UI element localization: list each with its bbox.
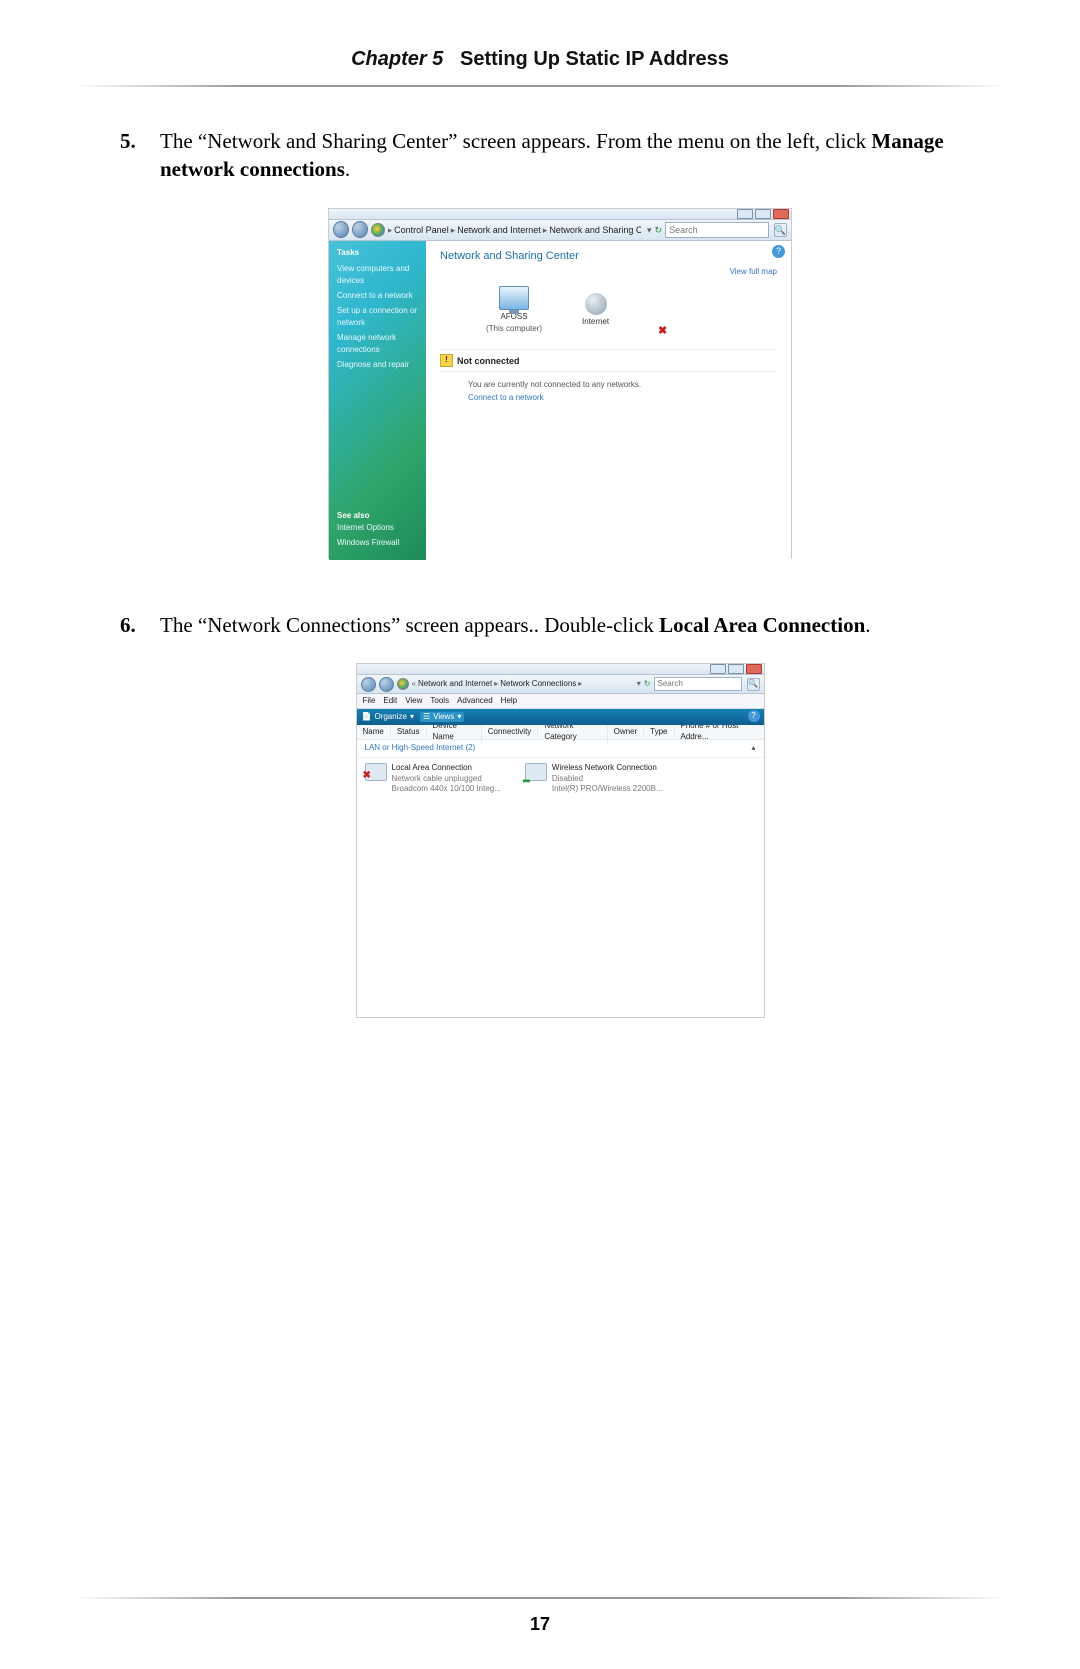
window-titlebar: [329, 209, 791, 220]
screenshot-2-wrap: « Network and Internet ▸ Network Connect…: [160, 639, 960, 1052]
search-input[interactable]: Search: [654, 677, 742, 691]
breadcrumb[interactable]: ▸ Control Panel ▸ Network and Internet ▸…: [388, 224, 641, 236]
column-headers[interactable]: Name Status Device Name Connectivity Net…: [357, 725, 764, 740]
back-button[interactable]: [333, 221, 349, 238]
maximize-button[interactable]: [728, 664, 744, 674]
step-number: 5.: [120, 127, 136, 155]
collapse-icon[interactable]: ▴: [751, 743, 755, 754]
step-text: The “Network and Sharing Center” screen …: [160, 129, 871, 153]
screenshot-network-sharing-center: ▸ Control Panel ▸ Network and Internet ▸…: [328, 208, 792, 559]
forward-button[interactable]: [352, 221, 368, 238]
minimize-button[interactable]: [710, 664, 726, 674]
step-5: 5. The “Network and Sharing Center” scre…: [120, 127, 960, 593]
close-button[interactable]: [773, 209, 789, 219]
control-panel-icon: [371, 223, 385, 237]
sidebar-link-manage-network-connections[interactable]: Manage network connections: [337, 332, 418, 356]
help-icon[interactable]: ?: [772, 245, 785, 258]
sidebar-link[interactable]: View computers and devices: [337, 263, 418, 287]
organize-button[interactable]: 📄 Organize ▾: [362, 712, 414, 723]
menu-view[interactable]: View: [405, 696, 422, 707]
sidebar-link[interactable]: Internet Options: [337, 522, 399, 534]
back-button[interactable]: [361, 677, 376, 692]
screenshot-1-wrap: ▸ Control Panel ▸ Network and Internet ▸…: [160, 184, 960, 593]
tasks-heading: Tasks: [337, 247, 418, 259]
close-button[interactable]: [746, 664, 762, 674]
sidebar-link[interactable]: Diagnose and repair: [337, 359, 418, 371]
body-text: 5. The “Network and Sharing Center” scre…: [0, 87, 1080, 1052]
page-number: 17: [0, 1614, 1080, 1635]
sidebar-link[interactable]: Set up a connection or network: [337, 305, 418, 329]
connection-status-row: ! Not connected: [440, 349, 777, 372]
menu-help[interactable]: Help: [501, 696, 517, 707]
organize-bar: 📄 Organize ▾ ☰ Views ▾ ?: [357, 709, 764, 725]
screenshot-network-connections: « Network and Internet ▸ Network Connect…: [356, 663, 765, 1018]
tasks-sidebar: Tasks View computers and devices Connect…: [329, 241, 426, 560]
menu-file[interactable]: File: [363, 696, 376, 707]
menu-advanced[interactable]: Advanced: [457, 696, 493, 707]
chapter-title: Setting Up Static IP Address: [460, 48, 729, 70]
step-number: 6.: [120, 611, 136, 639]
main-panel: ? Network and Sharing Center View full m…: [426, 241, 791, 560]
forward-button[interactable]: [379, 677, 394, 692]
nic-icon: ▂: [525, 763, 547, 781]
help-icon[interactable]: ?: [748, 710, 760, 722]
breadcrumb[interactable]: « Network and Internet ▸ Network Connect…: [412, 679, 583, 690]
search-icon[interactable]: 🔍: [747, 678, 760, 691]
status-subtext: You are currently not connected to any n…: [440, 372, 777, 391]
menu-tools[interactable]: Tools: [430, 696, 449, 707]
wireless-connection-item[interactable]: ▂ Wireless Network Connection Disabled I…: [525, 763, 663, 795]
footer-divider: [75, 1597, 1005, 1599]
chapter-header: Chapter 5 Setting Up Static IP Address: [0, 0, 1080, 71]
connect-to-network-link[interactable]: Connect to a network: [440, 391, 777, 404]
chapter-label: Chapter 5: [351, 48, 443, 70]
internet-node: Internet: [582, 293, 609, 328]
window-titlebar: [357, 664, 764, 675]
computer-icon: [499, 286, 529, 310]
explorer-navbar: « Network and Internet ▸ Network Connect…: [357, 675, 764, 694]
nic-icon: ✖: [365, 763, 387, 781]
menu-bar: File Edit View Tools Advanced Help: [357, 694, 764, 709]
explorer-navbar: ▸ Control Panel ▸ Network and Internet ▸…: [329, 220, 791, 241]
this-computer-node: AFOSS (This computer): [486, 286, 542, 336]
sidebar-link[interactable]: Windows Firewall: [337, 537, 399, 549]
local-area-connection-item[interactable]: ✖ Local Area Connection Network cable un…: [365, 763, 501, 795]
document-page: Chapter 5 Setting Up Static IP Address 5…: [0, 0, 1080, 1669]
warning-icon: !: [440, 354, 453, 367]
globe-icon: [585, 293, 607, 315]
step-text: The “Network Connections” screen appears…: [160, 613, 659, 637]
sidebar-link[interactable]: Connect to a network: [337, 290, 418, 302]
step-bold: Local Area Connection: [659, 613, 865, 637]
connections-list: ✖ Local Area Connection Network cable un…: [357, 758, 764, 800]
view-full-map-link[interactable]: View full map: [730, 267, 777, 278]
network-map: AFOSS (This computer) Internet: [426, 268, 791, 336]
see-also-heading: See also: [337, 510, 399, 522]
maximize-button[interactable]: [755, 209, 771, 219]
views-button[interactable]: ☰ Views ▾: [420, 712, 464, 723]
panel-heading: Network and Sharing Center: [426, 241, 791, 268]
disconnected-x-icon: ✖: [658, 324, 667, 339]
step-6: 6. The “Network Connections” screen appe…: [120, 611, 960, 1052]
minimize-button[interactable]: [737, 209, 753, 219]
search-input[interactable]: Search: [665, 222, 769, 238]
control-panel-icon: [397, 678, 409, 690]
search-icon[interactable]: 🔍: [774, 223, 787, 237]
menu-edit[interactable]: Edit: [383, 696, 397, 707]
